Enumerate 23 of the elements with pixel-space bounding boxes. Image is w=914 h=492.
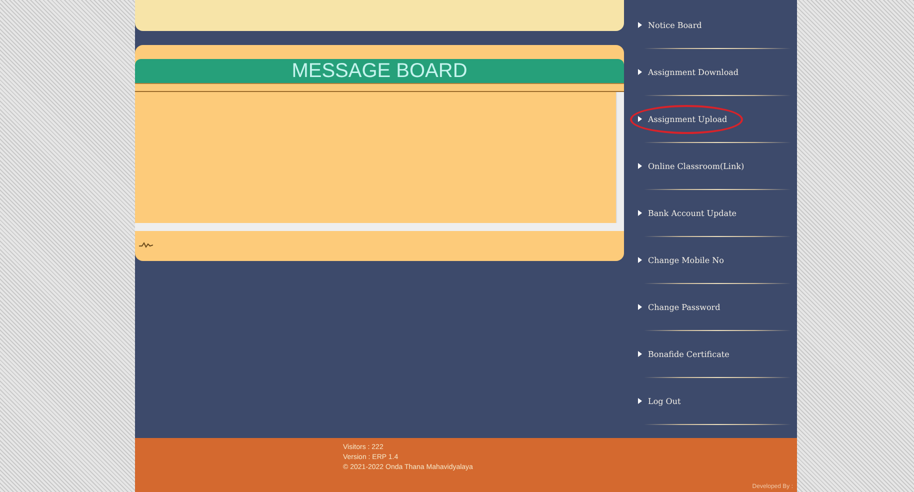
bullet-icon [638, 210, 642, 216]
sidebar-link[interactable]: Online Classroom(Link) [630, 152, 760, 180]
bullet-icon [638, 257, 642, 263]
message-field[interactable] [135, 91, 624, 231]
message-board-title: MESSAGE BOARD [135, 59, 624, 84]
squiggle-icon [139, 241, 153, 249]
bullet-icon [638, 163, 642, 169]
bullet-icon [638, 116, 642, 122]
bullet-icon [638, 398, 642, 404]
sidebar-link[interactable]: Bonafide Certificate [630, 340, 746, 368]
sidebar-link[interactable]: Log Out [630, 386, 697, 416]
bullet-icon [638, 304, 642, 310]
sidebar-link[interactable]: Bank Account Update [630, 198, 753, 228]
horizontal-scrollbar[interactable] [135, 223, 624, 231]
bullet-icon [638, 22, 642, 28]
vertical-scrollbar[interactable] [616, 92, 624, 223]
sidebar-link[interactable]: Assignment Upload [630, 104, 744, 134]
sidebar-link[interactable]: Assignment Download [630, 58, 755, 86]
sidebar-link[interactable]: Notice Board [630, 10, 718, 40]
bullet-icon [638, 69, 642, 75]
sidebar-link[interactable]: Change Password [630, 292, 736, 322]
sidebar-link[interactable]: Change Mobile No [630, 246, 740, 274]
bullet-icon [638, 351, 642, 357]
